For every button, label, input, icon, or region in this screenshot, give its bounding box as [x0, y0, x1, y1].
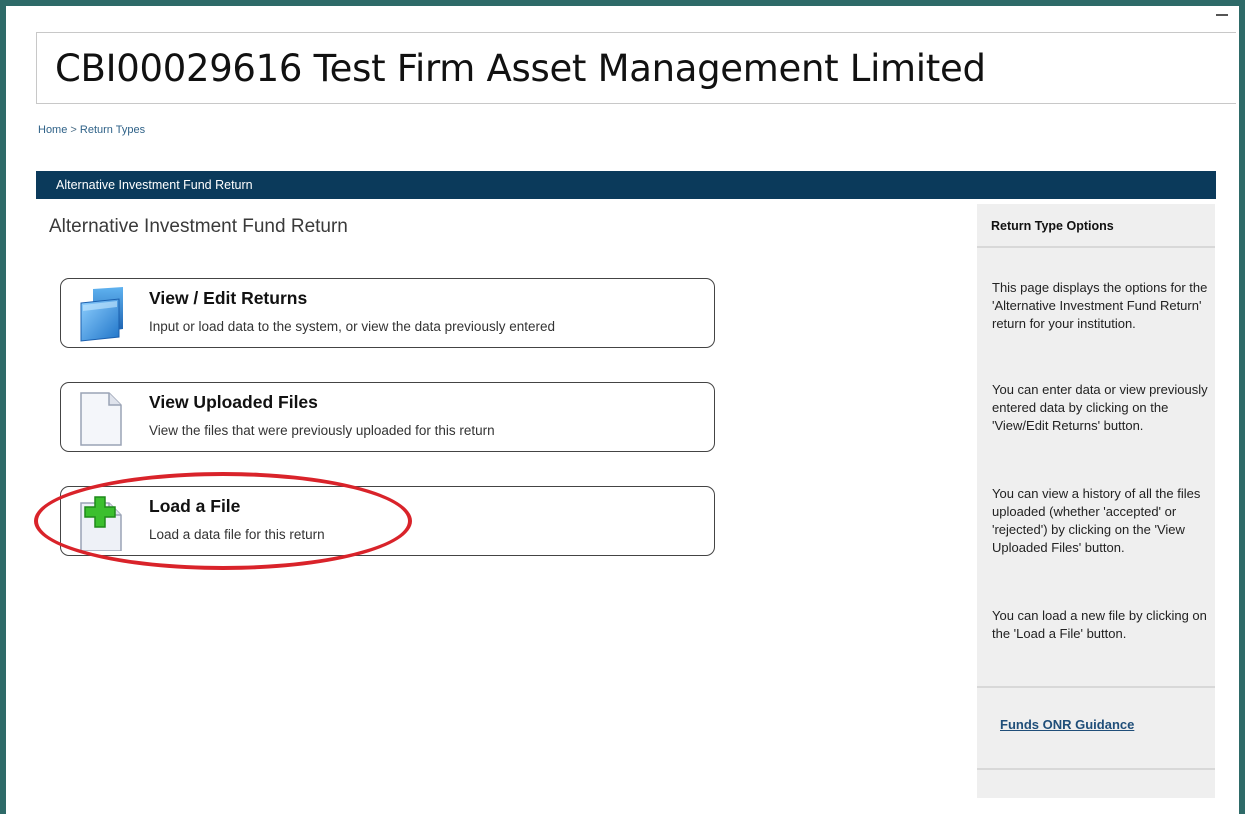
funds-onr-guidance-link[interactable]: Funds ONR Guidance — [1000, 717, 1134, 732]
folder-icon — [80, 287, 123, 342]
option-description: View the files that were previously uplo… — [149, 423, 495, 438]
window-control-dash — [1216, 14, 1228, 16]
return-type-options-panel: Return Type Options This page displays t… — [977, 204, 1215, 798]
option-description: Load a data file for this return — [149, 527, 325, 542]
view-uploaded-files-button[interactable]: View Uploaded Files View the files that … — [60, 382, 715, 452]
sidebar-paragraph: You can load a new file by clicking on t… — [992, 608, 1207, 641]
add-file-icon — [80, 496, 122, 551]
breadcrumb: Home > Return Types — [38, 124, 145, 136]
page-title: CBI00029616 Test Firm Asset Management L… — [55, 47, 986, 90]
breadcrumb-home-link[interactable]: Home — [38, 124, 67, 136]
sidebar-divider — [977, 246, 1215, 248]
section-banner: Alternative Investment Fund Return — [36, 171, 1216, 199]
sidebar-paragraph: This page displays the options for the '… — [992, 280, 1208, 331]
option-title: Load a File — [149, 496, 241, 516]
page-heading: Alternative Investment Fund Return — [49, 216, 348, 237]
breadcrumb-separator: > — [67, 124, 80, 136]
sidebar-divider — [977, 768, 1215, 770]
banner-label: Alternative Investment Fund Return — [56, 178, 253, 192]
breadcrumb-return-types-link[interactable]: Return Types — [80, 124, 145, 136]
sidebar-divider — [977, 686, 1215, 688]
sidebar-title: Return Type Options — [991, 219, 1114, 233]
option-title: View Uploaded Files — [149, 392, 318, 412]
load-a-file-button[interactable]: Load a File Load a data file for this re… — [60, 486, 715, 556]
sidebar-paragraph: You can view a history of all the files … — [992, 486, 1201, 555]
option-description: Input or load data to the system, or vie… — [149, 319, 555, 334]
document-icon — [80, 392, 122, 446]
option-title: View / Edit Returns — [149, 288, 308, 308]
sidebar-paragraph: You can enter data or view previously en… — [992, 382, 1208, 433]
firm-title-box: CBI00029616 Test Firm Asset Management L… — [36, 32, 1236, 104]
view-edit-returns-button[interactable]: View / Edit Returns Input or load data t… — [60, 278, 715, 348]
